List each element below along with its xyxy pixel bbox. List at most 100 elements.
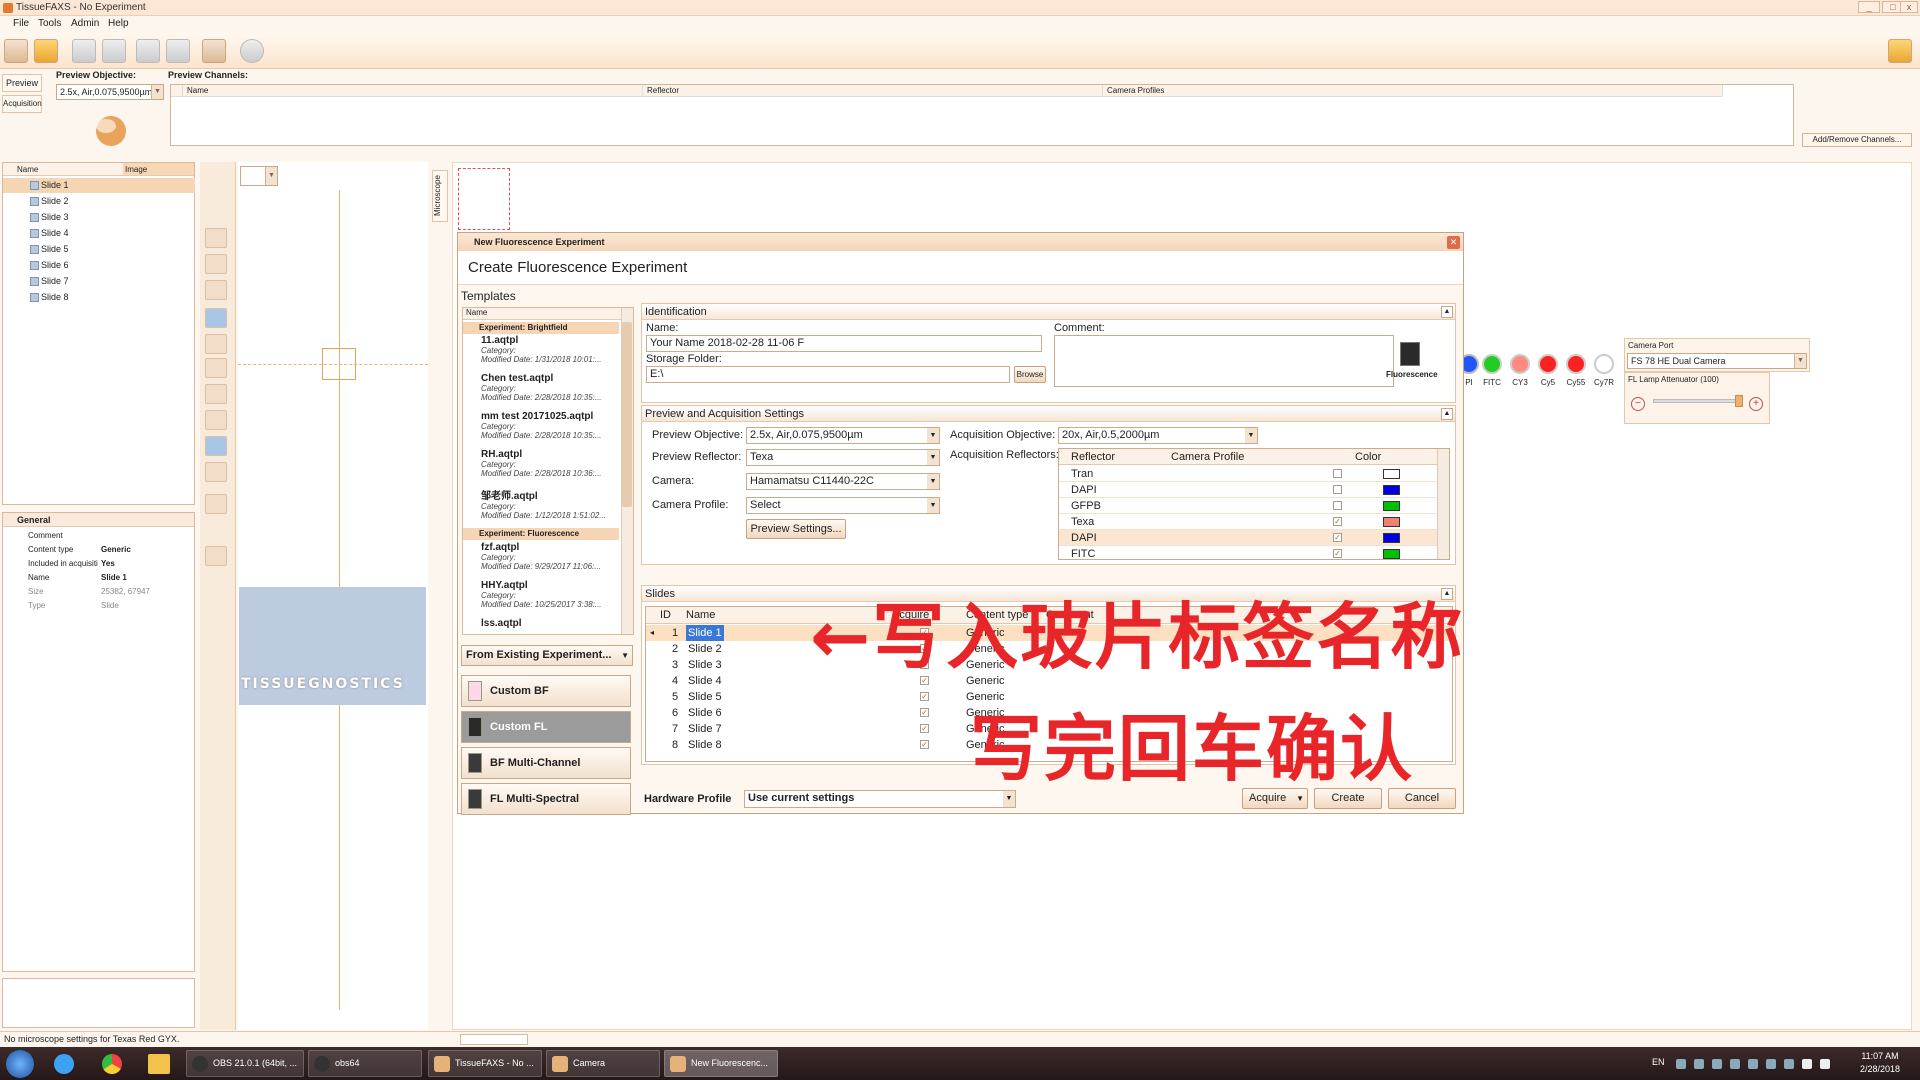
tab-microscope[interactable]: Microscope: [432, 170, 448, 222]
taskbar-item[interactable]: OBS 21.0.1 (64bit, ...: [186, 1050, 304, 1077]
chrome-icon[interactable]: [102, 1054, 122, 1074]
taskbar-item[interactable]: obs64: [308, 1050, 422, 1077]
tray-icon[interactable]: [1676, 1059, 1686, 1069]
lamp-increase-icon[interactable]: +: [1749, 397, 1763, 411]
viewport-box[interactable]: [322, 348, 356, 380]
tree-item[interactable]: Slide 8: [3, 290, 195, 305]
dye-cy3-button[interactable]: [1510, 354, 1530, 374]
ie-icon[interactable]: [54, 1054, 74, 1074]
template-item[interactable]: Chen test.aqtpl Category: Modified Date: 2…: [463, 373, 619, 402]
dye-cy55-button[interactable]: [1566, 354, 1586, 374]
reflector-row[interactable]: DAPI ✓: [1059, 530, 1437, 546]
reflector-color-swatch[interactable]: [1383, 469, 1400, 479]
acquire-checkbox[interactable]: ✓: [920, 740, 929, 749]
fl-multi-spectral-button[interactable]: FL Multi-Spectral: [461, 783, 631, 815]
dye-cy7r-button[interactable]: [1594, 354, 1614, 374]
tray-icon[interactable]: [1730, 1059, 1740, 1069]
tree-item[interactable]: Slide 1: [3, 178, 195, 193]
template-group[interactable]: Experiment: Brightfield: [463, 322, 619, 334]
search-icon[interactable]: [205, 546, 227, 566]
templates-list[interactable]: Name Experiment: Brightfield 11.aqtpl Cat…: [462, 307, 634, 635]
reflectors-table[interactable]: Reflector Camera Profile Color Tran DAPI…: [1058, 448, 1450, 560]
acquisition-objective-select[interactable]: 20x, Air,0.5,2000µm ▼: [1058, 427, 1258, 444]
template-item[interactable]: HHY.aqtpl Category: Modified Date: 10/25/2…: [463, 580, 619, 609]
reflector-color-swatch[interactable]: [1383, 501, 1400, 511]
tree-item[interactable]: Slide 3: [3, 210, 195, 225]
preview-objective-select[interactable]: 2.5x, Air,0.075,9500µm ▼: [746, 427, 940, 444]
acquire-checkbox[interactable]: ✓: [920, 692, 929, 701]
reflector-color-swatch[interactable]: [1383, 533, 1400, 543]
template-item[interactable]: 11.aqtpl Category: Modified Date: 1/31/201…: [463, 335, 619, 364]
storage-folder-input[interactable]: E:\: [646, 366, 1010, 383]
image-tool-icon[interactable]: [205, 358, 227, 378]
reflector-checkbox[interactable]: ✓: [1333, 517, 1342, 526]
reflector-row[interactable]: FITC ✓: [1059, 546, 1437, 559]
acquire-checkbox[interactable]: ✓: [920, 708, 929, 717]
bf-multi-channel-button[interactable]: BF Multi-Channel: [461, 747, 631, 779]
taskbar-item[interactable]: New Fluorescenc...: [664, 1050, 778, 1077]
col-camera-profiles[interactable]: Camera Profiles: [1103, 85, 1723, 97]
collapse-icon[interactable]: ▲: [1441, 306, 1453, 318]
tray-icon[interactable]: [1694, 1059, 1704, 1069]
template-item[interactable]: lss.aqtpl: [463, 618, 619, 629]
shape-tool-icon[interactable]: [205, 494, 227, 514]
preview-channels-grid[interactable]: Name Reflector Camera Profiles: [170, 84, 1794, 146]
browse-button[interactable]: Browse: [1014, 366, 1046, 383]
clock-time[interactable]: 11:07 AM: [1850, 1051, 1910, 1061]
preview-reflector-select[interactable]: Texa ▼: [746, 449, 940, 466]
size-tool-icon[interactable]: [205, 410, 227, 430]
reflector-checkbox[interactable]: ✓: [1333, 533, 1342, 542]
taskbar-item[interactable]: Camera: [546, 1050, 660, 1077]
preview-objective-select[interactable]: 2.5x, Air,0.075,9500µm ▼: [56, 84, 164, 100]
add-remove-channels-button[interactable]: Add/Remove Channels...: [1802, 133, 1912, 147]
tree-item[interactable]: Slide 6: [3, 258, 195, 273]
acquire-checkbox[interactable]: ✓: [920, 724, 929, 733]
new-experiment-icon[interactable]: [4, 39, 28, 63]
from-existing-experiment-select[interactable]: From Existing Experiment... ▼: [461, 645, 633, 666]
ruler-tool-icon[interactable]: [205, 436, 227, 456]
tray-icon[interactable]: [1712, 1059, 1722, 1069]
template-item[interactable]: RH.aqtpl Category: Modified Date: 2/28/201…: [463, 449, 619, 478]
template-item[interactable]: mm test 20171025.aqtpl Category: Modified …: [463, 411, 619, 440]
print-preview-icon[interactable]: [136, 39, 160, 63]
template-item[interactable]: fzf.aqtpl Category: Modified Date: 9/29/20…: [463, 542, 619, 571]
menu-tools[interactable]: Tools: [38, 18, 61, 29]
collapse-icon[interactable]: ▲: [1441, 408, 1453, 420]
reflectors-scrollbar[interactable]: [1437, 449, 1449, 559]
overview-mode-select[interactable]: ▼: [240, 166, 278, 186]
tray-icon[interactable]: [1784, 1059, 1794, 1069]
lamp-slider[interactable]: [1653, 399, 1741, 403]
folder-icon[interactable]: [1888, 39, 1912, 63]
clock-date[interactable]: 2/28/2018: [1850, 1064, 1910, 1074]
tree-item[interactable]: Slide 4: [3, 226, 195, 241]
tray-icon[interactable]: [1766, 1059, 1776, 1069]
dialog-close-icon[interactable]: ✕: [1447, 236, 1460, 249]
explorer-icon[interactable]: [148, 1054, 170, 1074]
menu-file[interactable]: File: [13, 18, 29, 29]
volume-icon[interactable]: [1820, 1059, 1830, 1069]
slide-tree[interactable]: Name Image Slide 1 Slide 2 Slide 3 Slide…: [2, 162, 195, 505]
reflector-row[interactable]: GFPB: [1059, 498, 1437, 514]
report-icon[interactable]: [202, 39, 226, 63]
minimize-button[interactable]: _: [1858, 1, 1880, 13]
dye-cy5-button[interactable]: [1538, 354, 1558, 374]
open-folder-icon[interactable]: [34, 39, 58, 63]
col-name[interactable]: Name: [183, 85, 643, 97]
custom-fl-button[interactable]: Custom FL: [461, 711, 631, 743]
dye-fitc-button[interactable]: [1482, 354, 1502, 374]
col-reflector[interactable]: Reflector: [643, 85, 1103, 97]
taskbar-item[interactable]: TissueFAXS - No ...: [428, 1050, 542, 1077]
slide-tool-icon[interactable]: [205, 280, 227, 300]
play-icon[interactable]: [240, 39, 264, 63]
custom-bf-button[interactable]: Custom BF: [461, 675, 631, 707]
menu-help[interactable]: Help: [108, 18, 129, 29]
lamp-slider-handle[interactable]: [1735, 395, 1743, 407]
templates-scroll-thumb[interactable]: [622, 322, 632, 507]
camera-tool-icon[interactable]: [205, 228, 227, 248]
camera-port-select[interactable]: FS 78 HE Dual Camera ▼: [1627, 353, 1807, 369]
lamp-decrease-icon[interactable]: −: [1631, 397, 1645, 411]
zoom-tool-icon[interactable]: [205, 254, 227, 274]
preview-settings-button[interactable]: Preview Settings...: [746, 519, 846, 539]
close-button[interactable]: x: [1900, 1, 1918, 13]
layers-tool-icon[interactable]: [205, 462, 227, 482]
